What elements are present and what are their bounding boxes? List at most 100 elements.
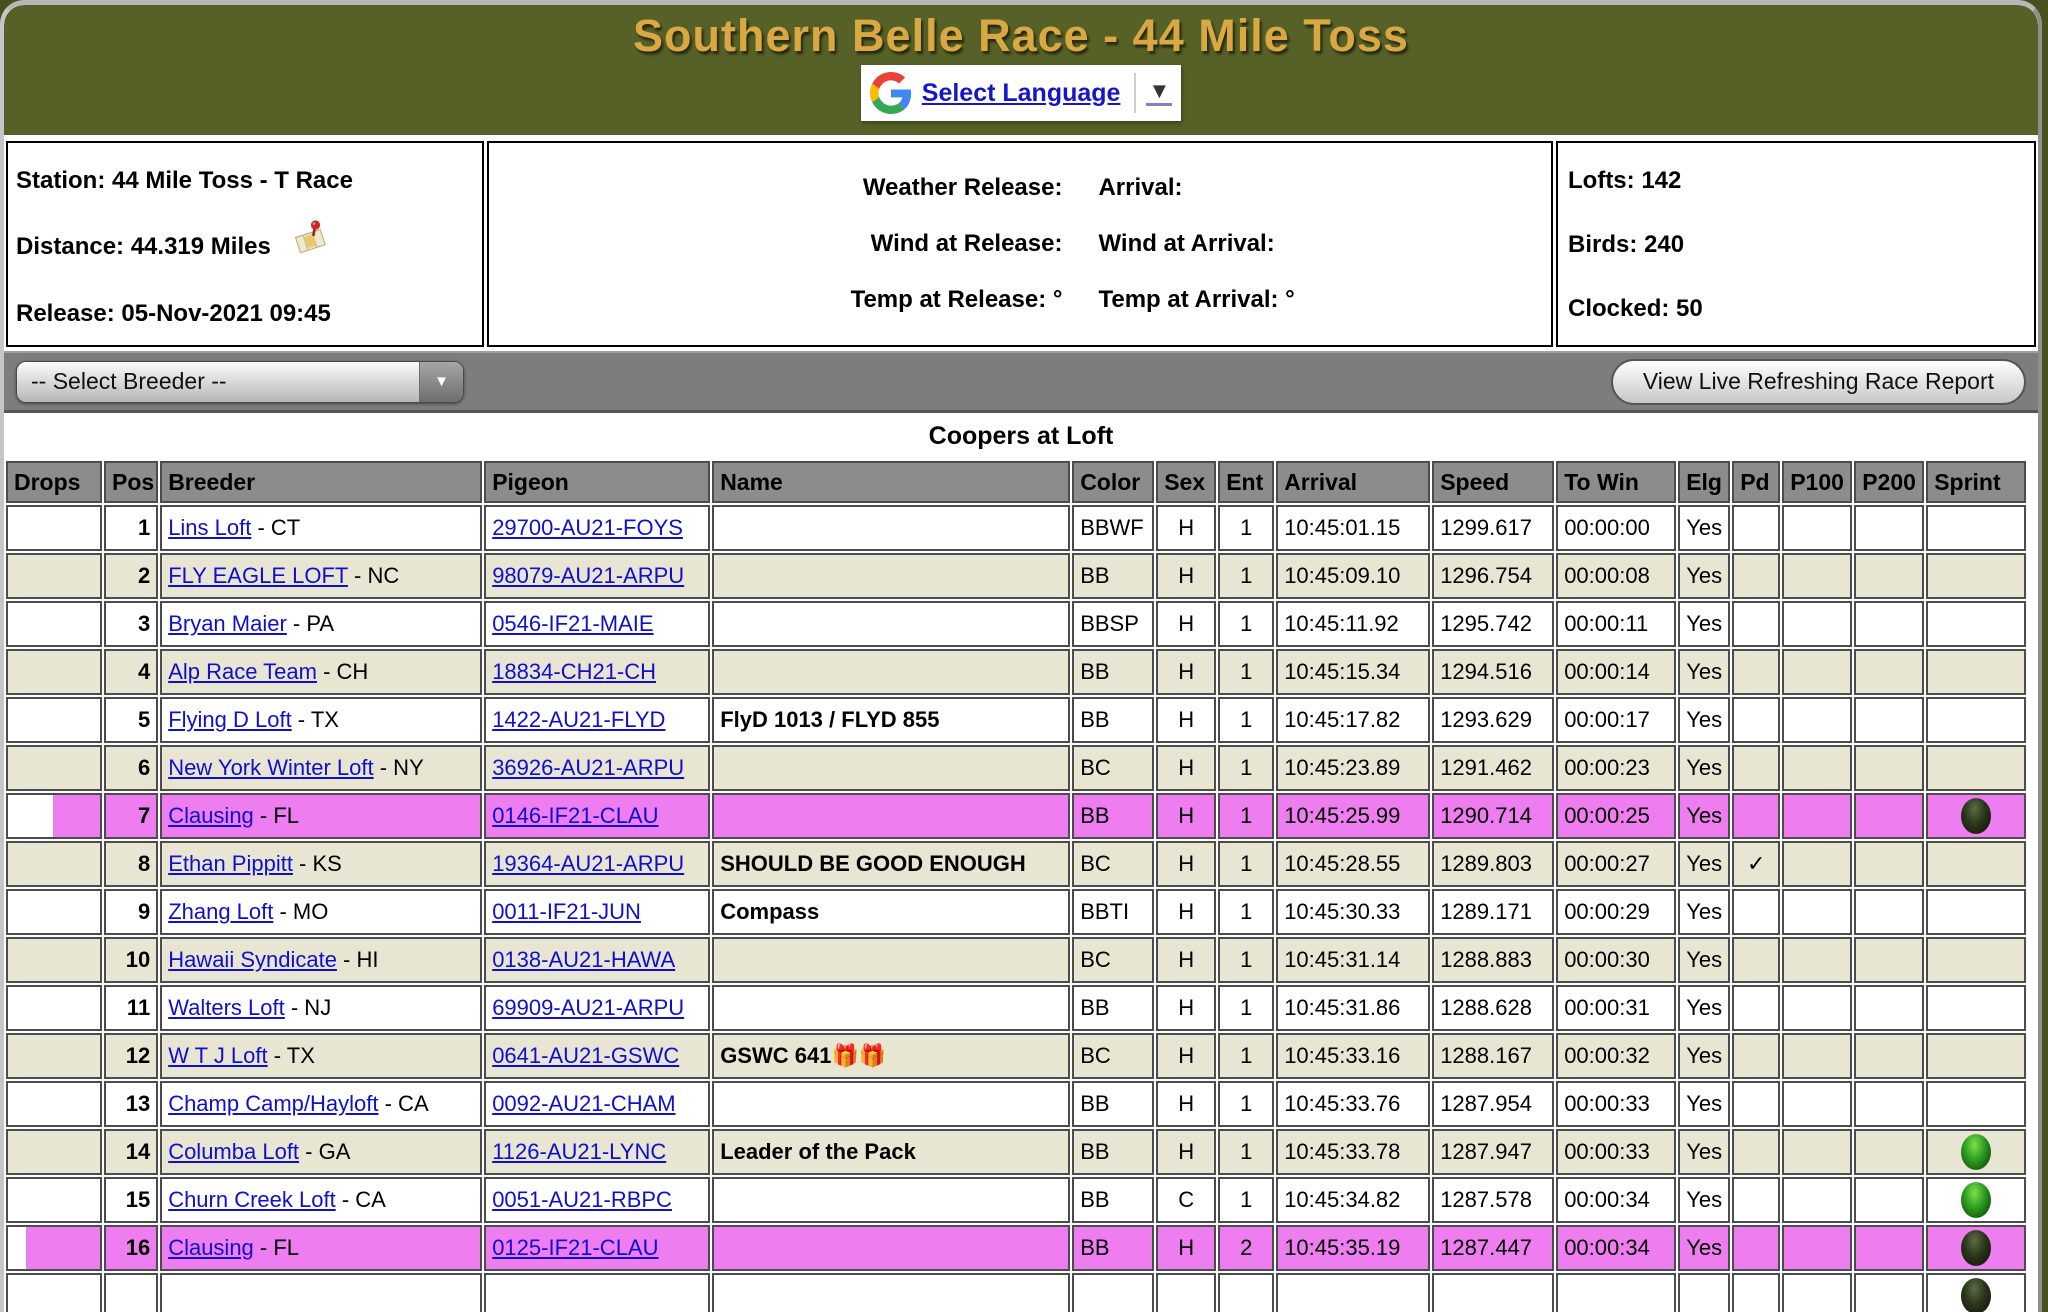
p100-cell [1782, 1273, 1852, 1312]
pos-cell: 8 [104, 841, 158, 887]
arrival-cell: 10:45:33.78 [1276, 1129, 1430, 1175]
pigeon-link[interactable]: 29700-AU21-FOYS [492, 515, 683, 540]
toolbar: -- Select Breeder -- ▼ View Live Refresh… [4, 351, 2038, 413]
drops-cell [6, 1225, 102, 1271]
pigeon-cell: 29700-AU21-FOYS [484, 505, 710, 551]
weather-panel: Weather Release: Arrival: Wind at Releas… [487, 141, 1553, 347]
sprint-cell [1926, 649, 2026, 695]
table-row [6, 1273, 2026, 1312]
pd-cell: ✓ [1732, 841, 1780, 887]
pd-cell [1732, 1081, 1780, 1127]
pigeon-link[interactable]: 1126-AU21-LYNC [492, 1139, 666, 1164]
drops-cell [6, 1177, 102, 1223]
p100-cell [1782, 1129, 1852, 1175]
ent-cell: 1 [1218, 697, 1274, 743]
view-live-report-button[interactable]: View Live Refreshing Race Report [1611, 359, 2026, 405]
col-header-pd: Pd [1732, 461, 1780, 503]
p100-cell [1782, 601, 1852, 647]
speed-cell: 1296.754 [1432, 553, 1554, 599]
breeder-link[interactable]: New York Winter Loft [168, 755, 373, 780]
pigeon-link[interactable]: 0546-IF21-MAIE [492, 611, 653, 636]
pigeon-link[interactable]: 0641-AU21-GSWC [492, 1043, 679, 1068]
arrival-cell: 10:45:09.10 [1276, 553, 1430, 599]
breeder-state: - GA [299, 1139, 350, 1164]
breeder-link[interactable]: Churn Creek Loft [168, 1187, 336, 1212]
col-header-ent: Ent [1218, 461, 1274, 503]
pigeon-link[interactable]: 19364-AU21-ARPU [492, 851, 684, 876]
ent-cell: 1 [1218, 1177, 1274, 1223]
sex-cell: H [1156, 1081, 1216, 1127]
breeder-link[interactable]: Hawaii Syndicate [168, 947, 337, 972]
wind-release-label: Wind at Release: [489, 230, 1062, 258]
sprint-cell [1926, 841, 2026, 887]
pigeon-link[interactable]: 0051-AU21-RBPC [492, 1187, 672, 1212]
elg-cell: Yes [1678, 841, 1730, 887]
race-table-body: 1 Lins Loft - CT 29700-AU21-FOYS BBWF H … [6, 505, 2026, 1312]
breeder-link[interactable]: FLY EAGLE LOFT [168, 563, 348, 588]
p200-cell [1854, 553, 1924, 599]
table-row: 12 W T J Loft - TX 0641-AU21-GSWC GSWC 6… [6, 1033, 2026, 1079]
table-header-row: Drops Pos Breeder Pigeon Name Color Sex … [6, 461, 2026, 503]
pigeon-link[interactable]: 0138-AU21-HAWA [492, 947, 675, 972]
ent-cell: 1 [1218, 889, 1274, 935]
sex-cell: H [1156, 745, 1216, 791]
sex-cell [1156, 1273, 1216, 1312]
table-row: 7 Clausing - FL 0146-IF21-CLAU BB H 1 10… [6, 793, 2026, 839]
sprint-cell [1926, 553, 2026, 599]
speed-cell: 1287.578 [1432, 1177, 1554, 1223]
breeder-link[interactable]: Zhang Loft [168, 899, 273, 924]
map-icon[interactable] [291, 217, 331, 264]
arrival-cell: 10:45:01.15 [1276, 505, 1430, 551]
pos-cell [104, 1273, 158, 1312]
pigeon-cell: 0011-IF21-JUN [484, 889, 710, 935]
select-language-link[interactable]: Select Language [922, 79, 1121, 108]
drops-cell [6, 649, 102, 695]
breeder-link[interactable]: Champ Camp/Hayloft [168, 1091, 378, 1116]
pos-cell: 5 [104, 697, 158, 743]
breeder-link[interactable]: Bryan Maier [168, 611, 287, 636]
pigeon-link[interactable]: 0146-IF21-CLAU [492, 803, 658, 828]
breeder-cell: Clausing - FL [160, 793, 482, 839]
breeder-state: - FL [254, 803, 299, 828]
pos-cell: 4 [104, 649, 158, 695]
pigeon-link[interactable]: 36926-AU21-ARPU [492, 755, 684, 780]
pigeon-link[interactable]: 0125-IF21-CLAU [492, 1235, 658, 1260]
drops-cell [6, 745, 102, 791]
language-dropdown-arrow[interactable]: ▼ [1146, 80, 1172, 106]
distance-label: Distance: 44.319 Miles [16, 233, 271, 260]
breeder-link[interactable]: Alp Race Team [168, 659, 317, 684]
breeder-link[interactable]: Ethan Pippitt [168, 851, 293, 876]
ent-cell: 1 [1218, 649, 1274, 695]
sex-cell: H [1156, 697, 1216, 743]
breeder-link[interactable]: Walters Loft [168, 995, 285, 1020]
breeder-link[interactable]: Clausing [168, 803, 254, 828]
elg-cell: Yes [1678, 697, 1730, 743]
p200-cell [1854, 985, 1924, 1031]
breeder-link[interactable]: Lins Loft [168, 515, 251, 540]
towin-cell: 00:00:32 [1556, 1033, 1676, 1079]
pos-cell: 15 [104, 1177, 158, 1223]
name-cell: Compass [712, 889, 1070, 935]
name-cell [712, 505, 1070, 551]
name-cell [712, 1273, 1070, 1312]
pigeon-link[interactable]: 18834-CH21-CH [492, 659, 656, 684]
pigeon-link[interactable]: 69909-AU21-ARPU [492, 995, 684, 1020]
arrival-cell: 10:45:31.86 [1276, 985, 1430, 1031]
breeder-select[interactable]: -- Select Breeder -- ▼ [16, 361, 464, 403]
sprint-cell [1926, 1177, 2026, 1223]
google-translate-widget[interactable]: Select Language ▼ [861, 65, 1181, 121]
sprint-cell [1926, 745, 2026, 791]
arrival-cell: 10:45:25.99 [1276, 793, 1430, 839]
p200-cell [1854, 1177, 1924, 1223]
pigeon-link[interactable]: 98079-AU21-ARPU [492, 563, 684, 588]
pigeon-link[interactable]: 0011-IF21-JUN [492, 899, 641, 924]
ent-cell: 1 [1218, 553, 1274, 599]
pigeon-link[interactable]: 0092-AU21-CHAM [492, 1091, 675, 1116]
p100-cell [1782, 937, 1852, 983]
breeder-link[interactable]: W T J Loft [168, 1043, 267, 1068]
pigeon-link[interactable]: 1422-AU21-FLYD [492, 707, 665, 732]
breeder-link[interactable]: Flying D Loft [168, 707, 292, 732]
breeder-link[interactable]: Clausing [168, 1235, 254, 1260]
drops-cell [6, 697, 102, 743]
breeder-link[interactable]: Columba Loft [168, 1139, 299, 1164]
